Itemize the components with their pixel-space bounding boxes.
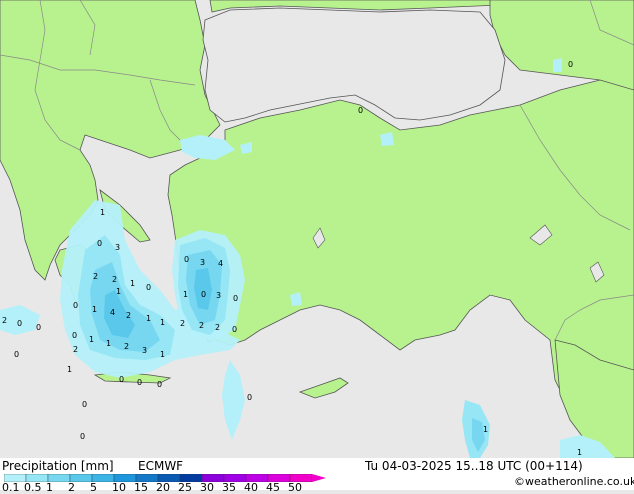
legend-arrow (312, 474, 326, 482)
legend-label: 1 (46, 481, 53, 494)
legend-label: 0.1 (2, 481, 20, 494)
precip-label: 0 (72, 331, 77, 340)
precip-label: 0 (568, 60, 573, 69)
legend-label: 20 (156, 481, 170, 494)
precip-label: 2 (93, 272, 98, 281)
precip-label: 0 (73, 301, 78, 310)
precip-label: 2 (215, 323, 220, 332)
precip-label: 1 (160, 318, 165, 327)
precip-label: 1 (146, 314, 151, 323)
product-title: Precipitation [mm] (2, 459, 114, 473)
precip-label: 1 (160, 350, 165, 359)
precip-label: 1 (92, 305, 97, 314)
precip-label: 0 (233, 294, 238, 303)
precip-label: 2 (124, 342, 129, 351)
precip-label: 0 (157, 380, 162, 389)
forecast-datetime: Tu 04-03-2025 15..18 UTC (00+114) (365, 459, 583, 473)
precip-label: 3 (115, 243, 120, 252)
precip-label: 3 (216, 291, 221, 300)
precip-label: 1 (89, 335, 94, 344)
precip-label: 2 (112, 275, 117, 284)
precip-label: 0 (247, 393, 252, 402)
legend-label: 45 (266, 481, 280, 494)
precipitation-map: 1 0 3 2 2 1 0 3 4 0 1 1 0 3 0 1 4 2 1 1 … (0, 0, 634, 458)
precip-label: 4 (218, 259, 223, 268)
legend-label: 35 (222, 481, 236, 494)
precip-label: 0 (97, 239, 102, 248)
precip-label: 1 (106, 339, 111, 348)
precip-label: 2 (199, 321, 204, 330)
precip-label: 0 (119, 375, 124, 384)
precip-label: 0 (80, 432, 85, 441)
precip-label: 2 (180, 319, 185, 328)
precip-label: 1 (130, 279, 135, 288)
precip-label: 4 (110, 308, 115, 317)
legend-label: 30 (200, 481, 214, 494)
model-name: ECMWF (138, 459, 184, 473)
legend-label: 25 (178, 481, 192, 494)
precip-label: 1 (116, 287, 121, 296)
precip-label: 2 (126, 311, 131, 320)
legend-label: 5 (90, 481, 97, 494)
precip-label: 0 (184, 255, 189, 264)
precip-label: 0 (232, 325, 237, 334)
precip-label: 3 (200, 258, 205, 267)
precip-label: 2 (2, 316, 7, 325)
legend-label: 40 (244, 481, 258, 494)
precip-label: 0 (137, 378, 142, 387)
precip-label: 0 (36, 323, 41, 332)
precip-label: 1 (100, 208, 105, 217)
map-canvas: 1 0 3 2 2 1 0 3 4 0 1 1 0 3 0 1 4 2 1 1 … (0, 0, 634, 458)
precip-label: 0 (146, 283, 151, 292)
legend-label: 2 (68, 481, 75, 494)
credit-text: ©weatheronline.co.uk (514, 475, 634, 488)
legend-label: 15 (134, 481, 148, 494)
precip-label: 0 (82, 400, 87, 409)
precip-label: 0 (17, 319, 22, 328)
precip-label: 1 (483, 425, 488, 434)
precip-label: 0 (358, 106, 363, 115)
precip-label: 2 (73, 345, 78, 354)
precip-label: 3 (142, 346, 147, 355)
legend-label: 10 (112, 481, 126, 494)
precip-label: 0 (201, 290, 206, 299)
precip-label: 1 (67, 365, 72, 374)
precip-label: 1 (577, 448, 582, 457)
footer-bar: Precipitation [mm] ECMWF Tu 04-03-2025 1… (0, 458, 634, 494)
precip-label: 1 (183, 290, 188, 299)
legend-label: 0.5 (24, 481, 42, 494)
legend-label: 50 (288, 481, 302, 494)
precip-label: 0 (14, 350, 19, 359)
